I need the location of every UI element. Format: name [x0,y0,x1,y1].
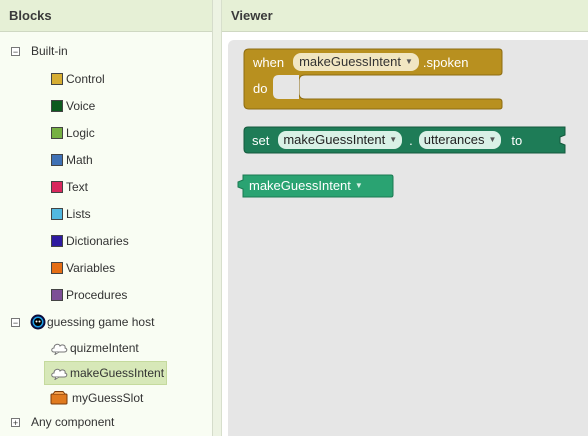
blocks-panel: Blocks − Built-in Control Voice Logic Ma… [0,0,213,436]
tree-item-builtin-label: Built-in [31,44,68,58]
getter-intent-dropdown[interactable]: makeGuessIntent ▼ [249,177,363,195]
builtin-item-logic[interactable]: Logic [51,123,95,143]
intent-dropdown[interactable]: makeGuessIntent ▼ [293,53,419,71]
when-spoken-event-block[interactable]: when makeGuessIntent ▼ .spoken do [243,48,503,110]
collapse-icon[interactable]: − [11,46,20,56]
component-child-myguessslot[interactable]: myGuessSlot [50,388,143,408]
slot-icon [50,391,68,405]
intent-dropdown-value: makeGuessIntent [299,54,401,69]
builtin-item-dictionaries[interactable]: Dictionaries [51,231,129,251]
builtin-item-label: Text [66,180,89,194]
text-color-swatch-icon [51,181,63,193]
when-block-header-row: when makeGuessIntent ▼ .spoken [253,52,468,72]
to-keyword: to [511,132,523,148]
chevron-down-icon: ▼ [389,135,398,144]
voice-color-swatch-icon [51,100,63,112]
builtin-item-label: Dictionaries [66,234,129,248]
panel-splitter[interactable] [213,0,222,436]
intent-getter-block[interactable]: makeGuessIntent ▼ [235,174,395,198]
lists-color-swatch-icon [51,208,63,220]
builtin-item-label: Control [66,72,105,86]
set-intent-dropdown-value: makeGuessIntent [283,132,386,147]
chevron-down-icon: ▼ [404,57,413,66]
collapse-icon[interactable]: − [11,317,20,327]
builtin-item-procedures[interactable]: Procedures [51,285,127,305]
builtin-item-control[interactable]: Control [51,69,105,89]
tree-item-any-component[interactable]: + Any component [11,412,114,432]
builtin-item-variables[interactable]: Variables [51,258,115,278]
blocks-workspace[interactable]: when makeGuessIntent ▼ .spoken do set ma… [228,40,588,436]
set-property-block[interactable]: set makeGuessIntent ▼ . utterances ▼ to [243,126,568,154]
builtin-item-label: Logic [66,126,95,140]
chevron-down-icon: ▼ [354,181,363,190]
builtin-item-voice[interactable]: Voice [51,96,95,116]
event-name: .spoken [422,54,469,70]
set-block-row: set makeGuessIntent ▼ . utterances ▼ to [252,130,522,150]
variables-color-swatch-icon [51,262,63,274]
chevron-down-icon: ▼ [488,135,497,144]
component-child-quizmeintent[interactable]: quizmeIntent [50,338,139,358]
builtin-item-label: Variables [66,261,116,275]
tree-item-builtin[interactable]: − Built-in [11,41,68,61]
builtin-item-text[interactable]: Text [51,177,88,197]
viewer-panel-title: Viewer [222,0,588,32]
builtin-item-label: Procedures [66,288,128,302]
alexa-host-icon [30,314,46,330]
tree-item-any-component-label: Any component [31,415,115,429]
builtin-item-label: Math [66,153,93,167]
dictionaries-color-swatch-icon [51,235,63,247]
builtin-item-label: Voice [66,99,96,113]
math-color-swatch-icon [51,154,63,166]
getter-block-row: makeGuessIntent ▼ [249,177,363,195]
getter-intent-dropdown-value: makeGuessIntent [249,178,351,193]
control-color-swatch-icon [51,73,63,85]
do-label-row: do [253,78,267,98]
blocks-panel-title: Blocks [0,0,212,32]
tree-item-guessing-game-host-label: guessing game host [47,315,155,329]
component-child-label: quizmeIntent [70,341,139,355]
cloud-icon [50,366,68,381]
component-child-label: makeGuessIntent [70,366,165,380]
procedures-color-swatch-icon [51,289,63,301]
component-child-label: myGuessSlot [72,391,144,405]
do-keyword: do [253,80,268,96]
set-keyword: set [252,132,270,148]
property-dropdown[interactable]: utterances ▼ [418,131,502,149]
when-keyword: when [253,54,285,70]
set-intent-dropdown[interactable]: makeGuessIntent ▼ [278,131,403,149]
builtin-item-math[interactable]: Math [51,150,93,170]
component-child-makeguessintent[interactable]: makeGuessIntent [44,361,167,385]
logic-color-swatch-icon [51,127,63,139]
cloud-icon [50,341,68,356]
property-dropdown-value: utterances [423,132,485,147]
builtin-item-lists[interactable]: Lists [51,204,91,224]
tree-item-guessing-game-host[interactable]: − guessing game host [11,312,154,332]
dot-separator: . [409,132,413,148]
expand-icon[interactable]: + [11,417,20,427]
builtin-item-label: Lists [66,207,91,221]
